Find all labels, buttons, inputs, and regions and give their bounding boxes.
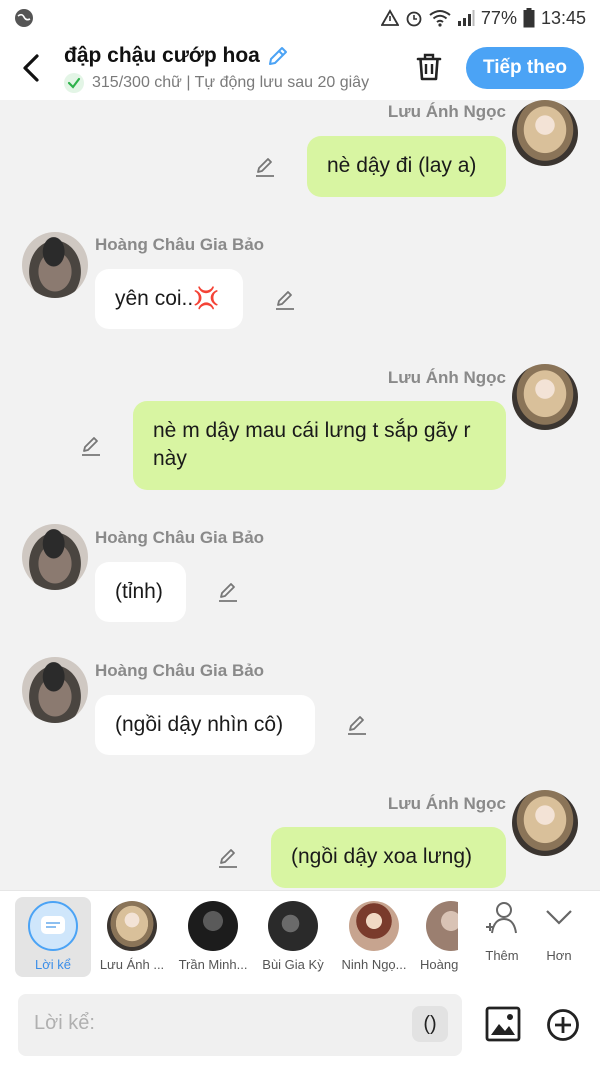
wifi-icon (429, 10, 451, 27)
trash-icon[interactable] (412, 50, 446, 84)
chat-area[interactable]: Lưu Ánh Ngọc nè dậy đi (lay a) Hoàng Châ… (0, 100, 600, 890)
back-arrow-icon[interactable] (18, 50, 46, 86)
avatar (349, 901, 399, 951)
avatar (268, 901, 318, 951)
message-bubble[interactable]: (tỉnh) (95, 562, 186, 622)
character-label: Trần Minh... (178, 957, 248, 972)
parenthesis-button[interactable]: () (412, 1006, 448, 1042)
title-row: đập chậu cướp hoa (64, 44, 290, 68)
chevron-down-icon (546, 910, 572, 925)
character-label: Lời kể (35, 957, 71, 972)
avatar (188, 901, 238, 951)
character-narrator[interactable]: Lời kể (15, 897, 91, 977)
message-bubble[interactable]: nè dậy đi (lay a) (307, 136, 506, 197)
avatar[interactable] (22, 232, 88, 298)
character-label: Bùi Gia Kỳ (262, 957, 324, 972)
message-bubble[interactable]: (ngồi dậy xoa lưng) (271, 827, 506, 888)
status-bar: 77% 13:45 (0, 0, 600, 36)
add-character-button[interactable]: Thêm (472, 899, 532, 963)
story-title: đập chậu cướp hoa (64, 44, 260, 67)
sender-name: Lưu Ánh Ngọc (387, 794, 506, 813)
edit-icon[interactable] (253, 155, 277, 179)
message-bubble[interactable]: nè m dậy mau cái lưng t sắp gãy r này (133, 401, 506, 490)
more-label: Hơn (546, 948, 572, 963)
character-bar: Lời kể Lưu Ánh ... Trần Minh... Bùi Gia … (0, 890, 600, 984)
next-button[interactable]: Tiếp theo (466, 47, 584, 89)
battery-icon (523, 8, 535, 28)
battery-percent: 77% (480, 7, 517, 28)
alert-icon (380, 9, 399, 26)
character-label: Lưu Ánh ... (99, 957, 165, 972)
edit-icon[interactable] (216, 580, 240, 604)
character-item[interactable]: Bùi Gia Kỳ (255, 897, 331, 977)
sender-name: Hoàng Châu Gia Bảo (95, 661, 265, 680)
edit-icon[interactable] (216, 846, 240, 870)
edit-icon[interactable] (273, 288, 297, 312)
character-item[interactable]: Ninh Ngọ... (336, 897, 412, 977)
clock: 13:45 (540, 7, 586, 28)
character-item[interactable]: Trần Minh... (175, 897, 251, 977)
message-bubble[interactable]: yên coi..💢 (95, 269, 243, 329)
message-bubble[interactable]: (ngồi dậy nhìn cô) (95, 695, 315, 755)
composer: Lời kể: () (0, 984, 600, 1067)
add-person-icon (486, 902, 517, 934)
avatar[interactable] (22, 657, 88, 723)
check-icon (64, 73, 84, 93)
add-label: Thêm (485, 948, 519, 963)
save-status-row: 315/300 chữ | Tự động lưu sau 20 giây (64, 73, 390, 93)
alarm-icon (406, 11, 422, 27)
sender-name: Hoàng Châu Gia Bảo (95, 235, 265, 254)
add-circle-icon[interactable] (546, 1008, 580, 1042)
character-label: Ninh Ngọ... (341, 957, 407, 972)
avatar (107, 901, 157, 951)
input-placeholder: Lời kể: (34, 1012, 95, 1034)
save-status: 315/300 chữ | Tự động lưu sau 20 giây (92, 74, 370, 91)
edit-title-icon[interactable] (266, 44, 290, 68)
header: đập chậu cướp hoa 315/300 chữ | Tự động … (0, 36, 600, 100)
sender-name: Hoàng Châu Gia Bảo (95, 528, 265, 547)
avatar (426, 901, 458, 951)
sender-name: Lưu Ánh Ngọc (387, 102, 506, 121)
avatar[interactable] (512, 100, 578, 166)
avatar[interactable] (22, 524, 88, 590)
image-icon[interactable] (485, 1006, 521, 1042)
narrator-icon (28, 901, 78, 951)
signal-icon (457, 10, 475, 26)
more-button[interactable]: Hơn (529, 899, 589, 963)
message-input[interactable]: Lời kể: () (18, 994, 462, 1056)
character-label: Hoàng (420, 957, 458, 972)
edit-icon[interactable] (345, 713, 369, 737)
edit-icon[interactable] (79, 434, 103, 458)
avatar[interactable] (512, 364, 578, 430)
character-item[interactable]: Lưu Ánh ... (94, 897, 170, 977)
globe-icon (15, 9, 33, 27)
character-item[interactable]: Hoàng (414, 897, 458, 977)
sender-name: Lưu Ánh Ngọc (387, 368, 506, 387)
avatar[interactable] (512, 790, 578, 856)
